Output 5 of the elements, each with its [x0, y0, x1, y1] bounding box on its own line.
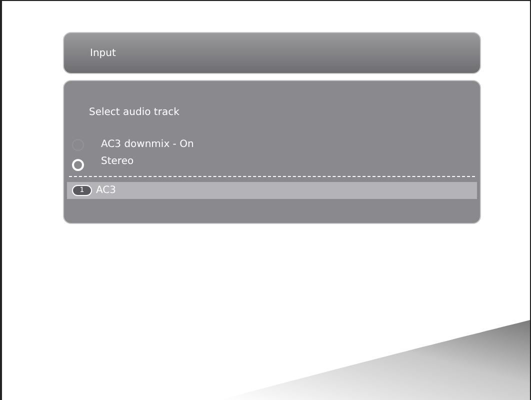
panel-heading: Select audio track — [89, 106, 180, 120]
option-label[interactable]: Stereo — [101, 154, 134, 169]
header-title: Input — [90, 48, 116, 59]
option-label[interactable]: AC3 downmix - On — [101, 137, 194, 152]
track-label: AC3 — [96, 184, 116, 198]
